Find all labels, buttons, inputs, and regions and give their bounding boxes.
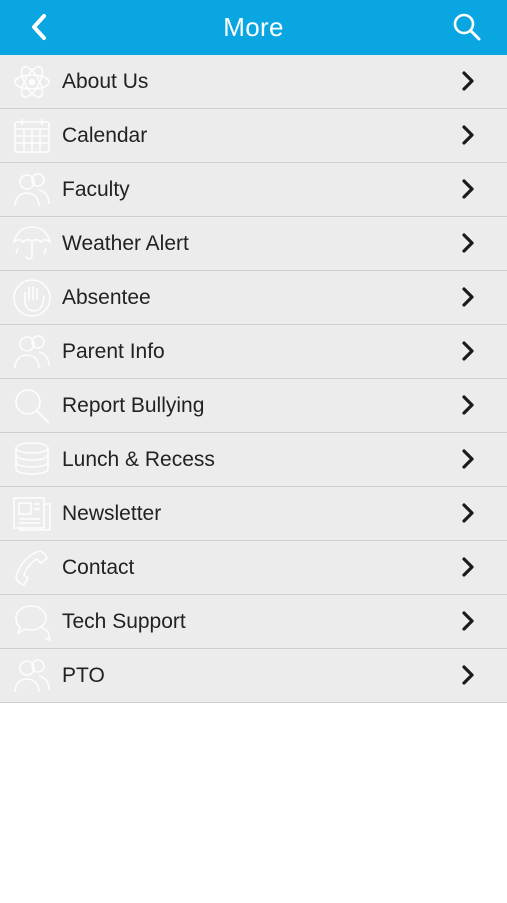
- menu-item-label: Parent Info: [62, 340, 165, 363]
- chat-bubbles-icon: [10, 601, 54, 643]
- chevron-right-icon: [462, 71, 474, 91]
- menu-item-tech-support[interactable]: Tech Support: [0, 595, 507, 649]
- page-title: More: [223, 12, 284, 42]
- magnifier-icon: [10, 385, 54, 427]
- search-icon: [453, 13, 481, 41]
- atom-icon: [10, 61, 54, 103]
- menu-item-label: Faculty: [62, 178, 130, 201]
- chevron-right-icon: [462, 557, 474, 577]
- chevron-left-icon: [32, 14, 46, 40]
- search-button[interactable]: [449, 9, 485, 45]
- menu-item-label: Weather Alert: [62, 232, 189, 255]
- menu-item-label: Absentee: [62, 286, 151, 309]
- menu-item-about-us[interactable]: About Us: [0, 55, 507, 109]
- menu-item-label: Contact: [62, 556, 135, 579]
- chevron-right-icon: [462, 233, 474, 253]
- chevron-right-icon: [462, 125, 474, 145]
- chevron-right-icon: [462, 665, 474, 685]
- chevron-right-icon: [462, 611, 474, 631]
- people-icon: [10, 655, 54, 697]
- app-header: More: [0, 0, 507, 55]
- chevron-right-icon: [462, 503, 474, 523]
- more-menu-list: About Us Calendar Faculty Weather Alert …: [0, 55, 507, 703]
- menu-item-label: Tech Support: [62, 610, 186, 633]
- menu-item-newsletter[interactable]: Newsletter: [0, 487, 507, 541]
- chevron-right-icon: [462, 341, 474, 361]
- people-icon: [10, 169, 54, 211]
- menu-item-parent-info[interactable]: Parent Info: [0, 325, 507, 379]
- calendar-icon: [10, 115, 54, 157]
- menu-item-absentee[interactable]: Absentee: [0, 271, 507, 325]
- menu-item-lunch-recess[interactable]: Lunch & Recess: [0, 433, 507, 487]
- empty-area: [0, 703, 507, 903]
- menu-item-label: Calendar: [62, 124, 148, 147]
- menu-item-weather-alert[interactable]: Weather Alert: [0, 217, 507, 271]
- menu-item-label: About Us: [62, 70, 149, 93]
- menu-item-faculty[interactable]: Faculty: [0, 163, 507, 217]
- menu-item-calendar[interactable]: Calendar: [0, 109, 507, 163]
- menu-item-label: PTO: [62, 664, 105, 687]
- food-stack-icon: [10, 439, 54, 481]
- people-icon: [10, 331, 54, 373]
- newspaper-icon: [10, 493, 54, 535]
- menu-item-report-bullying[interactable]: Report Bullying: [0, 379, 507, 433]
- menu-item-label: Lunch & Recess: [62, 448, 215, 471]
- chevron-right-icon: [462, 287, 474, 307]
- menu-item-contact[interactable]: Contact: [0, 541, 507, 595]
- chevron-right-icon: [462, 395, 474, 415]
- hand-icon: [10, 277, 54, 319]
- chevron-right-icon: [462, 449, 474, 469]
- menu-item-label: Report Bullying: [62, 394, 205, 417]
- umbrella-icon: [10, 223, 54, 265]
- menu-item-pto[interactable]: PTO: [0, 649, 507, 703]
- menu-item-label: Newsletter: [62, 502, 162, 525]
- chevron-right-icon: [462, 179, 474, 199]
- phone-handset-icon: [10, 547, 54, 589]
- back-button[interactable]: [20, 8, 58, 46]
